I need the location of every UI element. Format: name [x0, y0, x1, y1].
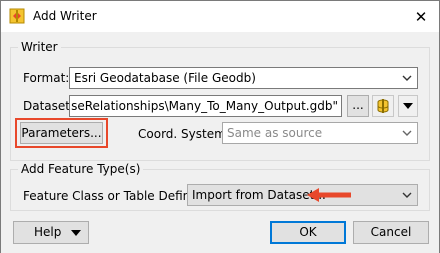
coord-system-value: Same as source — [227, 126, 323, 140]
chevron-down-icon — [402, 130, 412, 136]
arrow-pointer-icon — [307, 188, 351, 202]
feature-type-group-label: Add Feature Type(s) — [18, 162, 144, 176]
writer-group-label: Writer — [18, 40, 61, 54]
dialog-body: Writer Format: Esri Geodatabase (File Ge… — [1, 32, 439, 253]
coord-system-dropdown[interactable]: Same as source — [222, 122, 418, 144]
dataset-field[interactable]: eodatabaseRelationships\Many_To_Many_Out… — [69, 95, 342, 117]
triangle-down-icon — [403, 103, 413, 109]
dataset-dropdown-button[interactable] — [398, 95, 418, 117]
definition-value: Import from Dataset... — [192, 188, 326, 202]
add-writer-dialog: Add Writer ✕ Writer Format: Esri Geodata… — [0, 0, 440, 253]
close-icon[interactable]: ✕ — [411, 7, 431, 27]
browse-button[interactable]: ... — [347, 95, 369, 117]
title-bar[interactable]: Add Writer ✕ — [1, 1, 439, 32]
dataset-label: Dataset: — [23, 99, 75, 113]
help-label: Help — [34, 225, 62, 239]
chevron-down-icon — [402, 75, 412, 81]
cancel-button[interactable]: Cancel — [353, 221, 429, 244]
triangle-down-icon — [71, 230, 81, 236]
format-value: Esri Geodatabase (File Geodb) — [74, 71, 256, 85]
dataset-value: eodatabaseRelationships\Many_To_Many_Out… — [70, 99, 338, 113]
dataset-settings-button[interactable] — [372, 95, 394, 117]
definition-dropdown[interactable]: Import from Dataset... — [187, 184, 418, 206]
database-settings-icon — [377, 99, 389, 113]
chevron-down-icon — [402, 192, 412, 198]
parameters-button[interactable]: Parameters... — [20, 122, 103, 144]
format-label: Format: — [23, 71, 70, 85]
fme-writer-icon — [9, 8, 25, 24]
coord-system-label: Coord. System: — [138, 127, 230, 141]
ok-button[interactable]: OK — [270, 221, 346, 244]
format-dropdown[interactable]: Esri Geodatabase (File Geodb) — [69, 67, 418, 89]
help-button[interactable]: Help — [13, 221, 89, 244]
window-title: Add Writer — [33, 9, 97, 23]
